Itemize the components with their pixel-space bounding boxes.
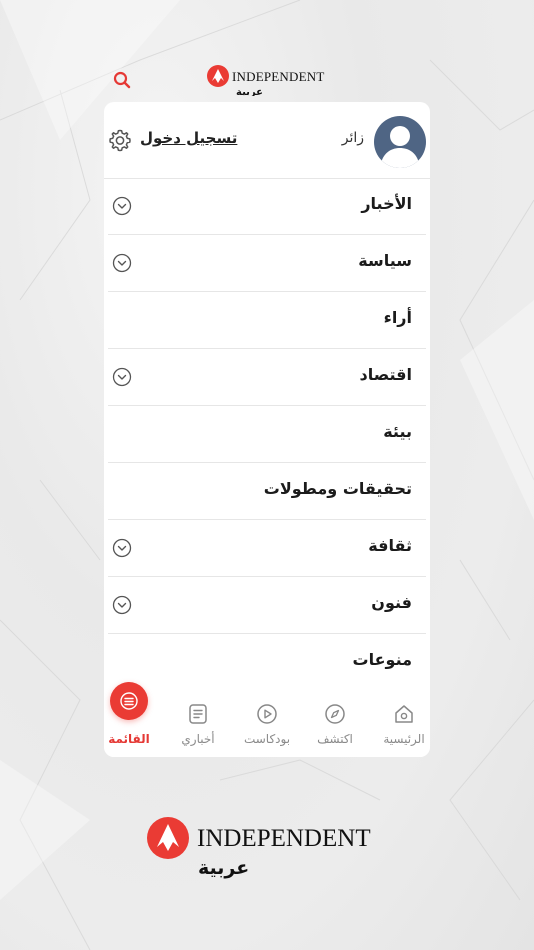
nav-podcast[interactable]: بودكاست [235,688,299,757]
menu-item-label: منوعات [352,650,412,669]
menu-item-label: سياسة [358,251,412,270]
nav-my-news[interactable]: أخباري [166,688,230,757]
svg-text:عربية: عربية [198,857,249,879]
nav-label: الرئيسية [383,732,425,746]
menu-item-label: ثقافة [368,536,412,555]
nav-label: اكتشف [317,732,353,746]
nav-label: القائمة [108,732,150,746]
search-icon[interactable] [112,70,132,90]
menu-item-label: بيئة [383,422,412,441]
chevron-down-icon[interactable] [112,538,132,558]
svg-text:INDEPENDENT: INDEPENDENT [197,825,371,852]
menu-item-label: الأخبار [361,194,412,213]
nav-discover[interactable]: اكتشف [303,688,367,757]
login-link[interactable]: تسجيل دخول [140,129,237,147]
menu-item-label: تحقيقات ومطولات [263,479,412,498]
chevron-down-icon[interactable] [112,253,132,273]
menu-item-economy[interactable]: اقتصاد [108,349,426,406]
play-icon [257,704,277,724]
bottom-nav: القائمة أخباري بودكاست اكتشف الرئيسية [104,682,430,757]
nav-label: بودكاست [243,732,291,746]
menu-list: الأخبار سياسة أراء اقتصاد بيئة تحقيقات و… [104,178,430,691]
menu-item-label: أراء [383,308,412,327]
menu-item-label: اقتصاد [359,365,412,384]
visitor-label: زائر [341,130,364,146]
home-icon [395,705,413,723]
menu-item-investigations[interactable]: تحقيقات ومطولات [108,463,426,520]
top-header: INDEPENDENT عربية [104,58,430,100]
menu-item-label: فنون [371,593,412,612]
svg-text:INDEPENDENT: INDEPENDENT [232,69,324,84]
menu-item-misc[interactable]: منوعات [108,634,426,691]
menu-button[interactable] [110,682,148,720]
menu-item-culture[interactable]: ثقافة [108,520,426,577]
chevron-down-icon[interactable] [112,196,132,216]
menu-item-arts[interactable]: فنون [108,577,426,634]
svg-text:عربية: عربية [236,87,263,96]
gear-icon[interactable] [108,128,132,152]
chevron-down-icon[interactable] [112,595,132,615]
user-silhouette-icon [380,126,420,168]
news-list-icon [189,704,207,724]
profile-row: زائر تسجيل دخول [104,102,430,179]
menu-item-opinions[interactable]: أراء [108,292,426,349]
chevron-down-icon[interactable] [112,367,132,387]
menu-item-politics[interactable]: سياسة [108,235,426,292]
nav-menu[interactable]: القائمة [104,682,161,757]
menu-item-environment[interactable]: بيئة [108,406,426,463]
menu-item-news[interactable]: الأخبار [108,178,426,235]
avatar[interactable] [374,116,426,168]
side-menu-panel: زائر تسجيل دخول الأخبار سياسة أراء اقتصا… [104,102,430,757]
compass-icon [325,704,345,724]
independent-arabia-logo-large: INDEPENDENT عربية [147,817,371,879]
independent-arabia-logo: INDEPENDENT عربية [207,65,324,96]
nav-label: أخباري [181,732,215,746]
nav-home[interactable]: الرئيسية [372,688,430,757]
menu-lines-icon [120,692,138,710]
